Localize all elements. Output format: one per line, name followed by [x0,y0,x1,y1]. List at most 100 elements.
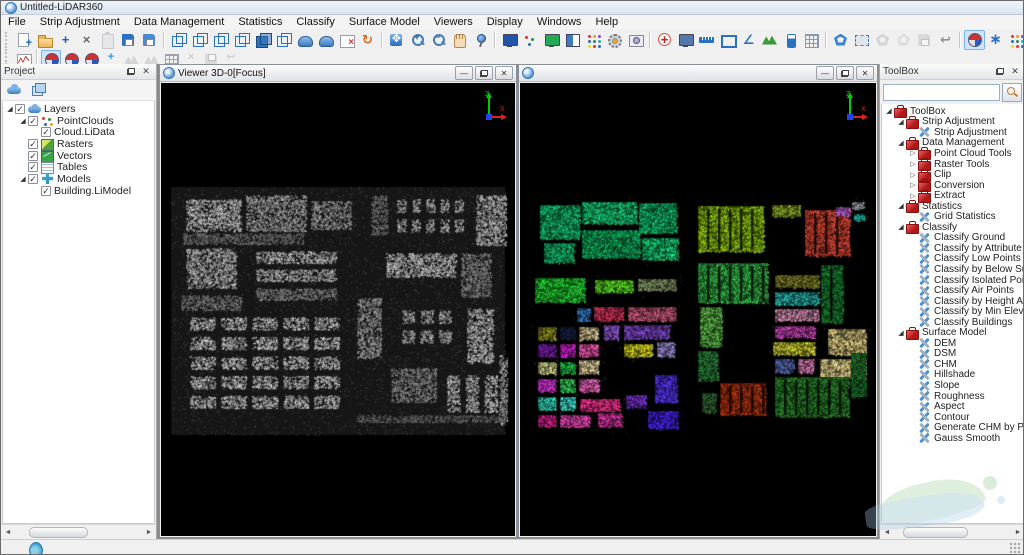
profile-ridge-alt-icon[interactable] [141,50,161,65]
tree-item-raster-tools[interactable]: ▷Raster Tools [882,159,1023,170]
view-left-icon[interactable] [210,30,231,50]
tree-item-surface-model[interactable]: ◢Surface Model [882,327,1023,338]
viewer1-restore-button[interactable] [475,66,493,80]
measure-angle-icon[interactable]: ∠ [738,30,759,50]
tree-item-building-limodel[interactable]: ✓Building.LiModel [3,185,154,197]
tree-item-models[interactable]: ◢✓Models [3,173,154,185]
profile-ridge-icon[interactable] [121,50,141,65]
expand-collapse-icon[interactable]: ◢ [18,117,28,125]
add-point-cloud-icon[interactable] [4,80,28,100]
expand-collapse-icon[interactable]: ◢ [5,105,15,113]
classify-interactive-icon[interactable] [41,50,61,65]
display-mode-icon[interactable] [541,30,562,50]
select-polygon-alt-icon[interactable] [872,30,893,50]
tree-item-point-cloud-tools[interactable]: ▷Point Cloud Tools [882,148,1023,159]
expand-expand-icon[interactable]: ▷ [908,181,918,189]
render-settings-icon[interactable] [604,30,625,50]
scroll-thumb[interactable] [29,527,87,538]
toolbox-hscrollbar[interactable]: ◄ ► [880,524,1024,539]
add-class-icon[interactable]: + [101,50,121,65]
project-hscrollbar[interactable]: ◄ ► [1,524,156,539]
tree-item-aspect[interactable]: Aspect [882,401,1023,412]
classify-selected-icon[interactable] [81,50,101,65]
zoom-out-icon[interactable]: − [428,30,449,50]
tree-item-hillshade[interactable]: Hillshade [882,370,1023,381]
capture-screen-icon[interactable] [625,30,646,50]
measure-volume-icon[interactable] [759,30,780,50]
layer-checkbox[interactable]: ✓ [28,151,38,161]
new-project-icon[interactable] [13,30,34,50]
menu-item-strip-adjustment[interactable]: Strip Adjustment [33,15,127,29]
clear-tool-icon[interactable]: × [181,50,201,65]
measure-density-icon[interactable] [780,30,801,50]
viewer2-title-bar[interactable]: — ✕ [519,65,877,82]
clipboard-icon[interactable] [97,30,118,50]
expand-expand-icon[interactable]: ▷ [908,149,918,157]
tree-item-classify-ground[interactable]: Classify Ground [882,233,1023,244]
viewer1-content[interactable]: Z X [161,83,515,536]
remove-data-icon[interactable]: × [76,30,97,50]
tree-item-rasters[interactable]: ✓Rasters [3,138,154,150]
tree-item-pointclouds[interactable]: ◢✓PointClouds [3,115,154,127]
tree-item-slope[interactable]: Slope [882,380,1023,391]
viewer1-minimize-button[interactable]: — [455,66,473,80]
view-front-icon[interactable] [252,30,273,50]
layer-stack-icon[interactable] [28,80,52,100]
tree-item-classify[interactable]: ◢Classify [882,222,1023,233]
rotate-view-icon[interactable]: ↻ [357,30,378,50]
view-top-icon[interactable] [168,30,189,50]
expand-collapse-icon[interactable]: ◢ [896,329,906,337]
pick-point-icon[interactable] [654,30,675,50]
search-icon[interactable] [1002,83,1022,102]
layer-checkbox[interactable]: ✓ [41,127,51,137]
select-polygon-icon[interactable] [830,30,851,50]
tree-item-classify-buildings[interactable]: Classify Buildings [882,317,1023,328]
toolbar-grip[interactable] [5,32,11,48]
title-bar[interactable]: Untitled-LiDAR360 [1,1,1023,15]
expand-collapse-icon[interactable]: ◢ [896,139,906,147]
tree-item-contour[interactable]: Contour [882,412,1023,423]
view-iso-sw-icon[interactable] [294,30,315,50]
toolbar-grip[interactable] [5,49,11,65]
tree-item-layers[interactable]: ◢✓Layers [3,103,154,115]
tree-item-grid-statistics[interactable]: Grid Statistics [882,211,1023,222]
layer-checkbox[interactable]: ✓ [15,104,25,114]
save-project-icon[interactable] [118,30,139,50]
viewer2-close-button[interactable]: ✕ [856,66,874,80]
viewer1-close-button[interactable]: ✕ [495,66,513,80]
tree-item-classify-air-points[interactable]: Classify Air Points [882,285,1023,296]
resize-grip[interactable] [1009,542,1021,554]
viewer2-content[interactable]: Z X [520,83,876,536]
tree-item-roughness[interactable]: Roughness [882,391,1023,402]
tree-item-classify-by-attribute[interactable]: Classify by Attribute [882,243,1023,254]
expand-collapse-icon[interactable]: ◢ [18,175,28,183]
viewer2-minimize-button[interactable]: — [816,66,834,80]
scroll-left-icon[interactable]: ◄ [2,527,14,538]
pin-view-icon[interactable] [470,30,491,50]
tree-item-cloud-lidata[interactable]: ✓Cloud.LiData [3,126,154,138]
zoom-in-icon[interactable]: + [407,30,428,50]
measure-distance-icon[interactable] [696,30,717,50]
menu-item-data-management[interactable]: Data Management [127,15,232,29]
expand-expand-icon[interactable]: ▷ [908,192,918,200]
project-close-button[interactable]: ✕ [139,65,153,78]
grid-mode-icon[interactable] [161,50,181,65]
select-freehand-icon[interactable] [893,30,914,50]
project-float-button[interactable] [124,65,138,78]
layer-checkbox[interactable]: ✓ [28,139,38,149]
tree-item-strip-adjustment[interactable]: ◢Strip Adjustment [882,117,1023,128]
menu-item-classify[interactable]: Classify [289,15,342,29]
expand-collapse-icon[interactable]: ◢ [896,118,906,126]
tree-item-conversion[interactable]: ▷Conversion [882,180,1023,191]
menu-item-statistics[interactable]: Statistics [231,15,289,29]
toolbox-close-button[interactable]: ✕ [1008,65,1022,78]
expand-collapse-icon[interactable]: ◢ [896,202,906,210]
link-viewers-icon[interactable] [520,30,541,50]
display-by-class-icon[interactable] [964,30,985,50]
tree-item-dem[interactable]: DEM [882,338,1023,349]
tree-item-classify-isolated-points[interactable]: Classify Isolated Points [882,275,1023,286]
view-back-icon[interactable] [273,30,294,50]
view-bottom-icon[interactable] [189,30,210,50]
scroll-left-icon[interactable]: ◄ [881,527,893,538]
tree-item-classify-by-height-above-gro[interactable]: Classify by Height Above Gro [882,296,1023,307]
